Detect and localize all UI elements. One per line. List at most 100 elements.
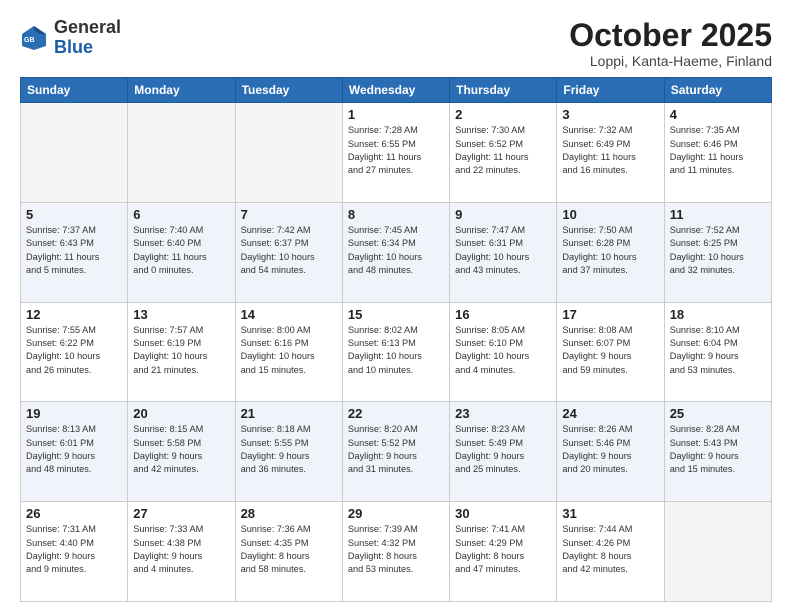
day-number: 20	[133, 406, 229, 421]
day-info: Sunrise: 7:44 AM Sunset: 4:26 PM Dayligh…	[562, 523, 658, 576]
weekday-header-row: Sunday Monday Tuesday Wednesday Thursday…	[21, 78, 772, 103]
day-cell-3-0: 19 Sunrise: 8:13 AM Sunset: 6:01 PM Dayli…	[21, 402, 128, 502]
day-number: 1	[348, 107, 444, 122]
day-cell-3-2: 21 Sunrise: 8:18 AM Sunset: 5:55 PM Dayli…	[235, 402, 342, 502]
day-number: 5	[26, 207, 122, 222]
day-number: 6	[133, 207, 229, 222]
day-number: 13	[133, 307, 229, 322]
day-number: 7	[241, 207, 337, 222]
day-info: Sunrise: 7:33 AM Sunset: 4:38 PM Dayligh…	[133, 523, 229, 576]
week-row-5: 26 Sunrise: 7:31 AM Sunset: 4:40 PM Dayli…	[21, 502, 772, 602]
day-info: Sunrise: 8:08 AM Sunset: 6:07 PM Dayligh…	[562, 324, 658, 377]
day-number: 10	[562, 207, 658, 222]
day-cell-0-0	[21, 103, 128, 203]
day-cell-1-5: 10 Sunrise: 7:50 AM Sunset: 6:28 PM Dayli…	[557, 202, 664, 302]
day-info: Sunrise: 7:32 AM Sunset: 6:49 PM Dayligh…	[562, 124, 658, 177]
day-info: Sunrise: 8:23 AM Sunset: 5:49 PM Dayligh…	[455, 423, 551, 476]
day-info: Sunrise: 7:39 AM Sunset: 4:32 PM Dayligh…	[348, 523, 444, 576]
day-cell-1-0: 5 Sunrise: 7:37 AM Sunset: 6:43 PM Daylig…	[21, 202, 128, 302]
day-number: 2	[455, 107, 551, 122]
day-info: Sunrise: 8:05 AM Sunset: 6:10 PM Dayligh…	[455, 324, 551, 377]
day-info: Sunrise: 7:36 AM Sunset: 4:35 PM Dayligh…	[241, 523, 337, 576]
day-cell-3-1: 20 Sunrise: 8:15 AM Sunset: 5:58 PM Dayli…	[128, 402, 235, 502]
day-cell-2-3: 15Sunrise: 8:02 AM Sunset: 6:13 PM Dayli…	[342, 302, 449, 402]
day-cell-0-5: 3 Sunrise: 7:32 AM Sunset: 6:49 PM Daylig…	[557, 103, 664, 203]
day-number: 29	[348, 506, 444, 521]
day-info: Sunrise: 8:28 AM Sunset: 5:43 PM Dayligh…	[670, 423, 766, 476]
day-number: 19	[26, 406, 122, 421]
logo: GB General Blue	[20, 18, 121, 58]
day-cell-4-3: 29 Sunrise: 7:39 AM Sunset: 4:32 PM Dayli…	[342, 502, 449, 602]
day-number: 26	[26, 506, 122, 521]
location: Loppi, Kanta-Haeme, Finland	[569, 53, 772, 69]
day-info: Sunrise: 8:15 AM Sunset: 5:58 PM Dayligh…	[133, 423, 229, 476]
day-number: 17	[562, 307, 658, 322]
day-info: Sunrise: 7:42 AM Sunset: 6:37 PM Dayligh…	[241, 224, 337, 277]
header: GB General Blue October 2025 Loppi, Kant…	[20, 18, 772, 69]
day-number: 11	[670, 207, 766, 222]
day-info: Sunrise: 7:31 AM Sunset: 4:40 PM Dayligh…	[26, 523, 122, 576]
day-info: Sunrise: 7:30 AM Sunset: 6:52 PM Dayligh…	[455, 124, 551, 177]
day-number: 14	[241, 307, 337, 322]
day-info: Sunrise: 8:10 AM Sunset: 6:04 PM Dayligh…	[670, 324, 766, 377]
header-wednesday: Wednesday	[342, 78, 449, 103]
day-info: Sunrise: 8:18 AM Sunset: 5:55 PM Dayligh…	[241, 423, 337, 476]
day-cell-2-2: 14Sunrise: 8:00 AM Sunset: 6:16 PM Dayli…	[235, 302, 342, 402]
week-row-2: 5 Sunrise: 7:37 AM Sunset: 6:43 PM Daylig…	[21, 202, 772, 302]
day-cell-2-0: 12Sunrise: 7:55 AM Sunset: 6:22 PM Dayli…	[21, 302, 128, 402]
day-cell-3-3: 22Sunrise: 8:20 AM Sunset: 5:52 PM Dayli…	[342, 402, 449, 502]
day-info: Sunrise: 7:28 AM Sunset: 6:55 PM Dayligh…	[348, 124, 444, 177]
day-info: Sunrise: 7:50 AM Sunset: 6:28 PM Dayligh…	[562, 224, 658, 277]
day-cell-4-6	[664, 502, 771, 602]
day-cell-4-5: 31Sunrise: 7:44 AM Sunset: 4:26 PM Dayli…	[557, 502, 664, 602]
day-cell-3-6: 25 Sunrise: 8:28 AM Sunset: 5:43 PM Dayli…	[664, 402, 771, 502]
day-number: 24	[562, 406, 658, 421]
day-cell-2-4: 16 Sunrise: 8:05 AM Sunset: 6:10 PM Dayli…	[450, 302, 557, 402]
day-info: Sunrise: 7:47 AM Sunset: 6:31 PM Dayligh…	[455, 224, 551, 277]
day-cell-0-1	[128, 103, 235, 203]
month-title: October 2025	[569, 18, 772, 53]
day-cell-4-2: 28Sunrise: 7:36 AM Sunset: 4:35 PM Dayli…	[235, 502, 342, 602]
day-number: 12	[26, 307, 122, 322]
svg-text:GB: GB	[24, 37, 35, 44]
day-cell-1-4: 9Sunrise: 7:47 AM Sunset: 6:31 PM Daylig…	[450, 202, 557, 302]
page: GB General Blue October 2025 Loppi, Kant…	[0, 0, 792, 612]
day-cell-1-6: 11 Sunrise: 7:52 AM Sunset: 6:25 PM Dayli…	[664, 202, 771, 302]
day-cell-4-1: 27 Sunrise: 7:33 AM Sunset: 4:38 PM Dayli…	[128, 502, 235, 602]
day-cell-0-4: 2 Sunrise: 7:30 AM Sunset: 6:52 PM Daylig…	[450, 103, 557, 203]
day-cell-1-1: 6Sunrise: 7:40 AM Sunset: 6:40 PM Daylig…	[128, 202, 235, 302]
day-cell-3-4: 23 Sunrise: 8:23 AM Sunset: 5:49 PM Dayli…	[450, 402, 557, 502]
day-number: 16	[455, 307, 551, 322]
header-friday: Friday	[557, 78, 664, 103]
day-number: 21	[241, 406, 337, 421]
day-info: Sunrise: 7:45 AM Sunset: 6:34 PM Dayligh…	[348, 224, 444, 277]
day-number: 27	[133, 506, 229, 521]
day-number: 30	[455, 506, 551, 521]
logo-icon: GB	[20, 24, 48, 52]
day-number: 25	[670, 406, 766, 421]
week-row-4: 19 Sunrise: 8:13 AM Sunset: 6:01 PM Dayli…	[21, 402, 772, 502]
logo-blue-text: Blue	[54, 37, 93, 57]
day-number: 23	[455, 406, 551, 421]
day-info: Sunrise: 7:52 AM Sunset: 6:25 PM Dayligh…	[670, 224, 766, 277]
header-tuesday: Tuesday	[235, 78, 342, 103]
day-cell-0-2	[235, 103, 342, 203]
header-monday: Monday	[128, 78, 235, 103]
day-cell-2-6: 18 Sunrise: 8:10 AM Sunset: 6:04 PM Dayli…	[664, 302, 771, 402]
day-info: Sunrise: 8:02 AM Sunset: 6:13 PM Dayligh…	[348, 324, 444, 377]
day-number: 3	[562, 107, 658, 122]
week-row-1: 1 Sunrise: 7:28 AM Sunset: 6:55 PM Daylig…	[21, 103, 772, 203]
day-cell-4-0: 26 Sunrise: 7:31 AM Sunset: 4:40 PM Dayli…	[21, 502, 128, 602]
day-info: Sunrise: 8:20 AM Sunset: 5:52 PM Dayligh…	[348, 423, 444, 476]
day-number: 8	[348, 207, 444, 222]
header-saturday: Saturday	[664, 78, 771, 103]
day-info: Sunrise: 7:35 AM Sunset: 6:46 PM Dayligh…	[670, 124, 766, 177]
day-info: Sunrise: 7:57 AM Sunset: 6:19 PM Dayligh…	[133, 324, 229, 377]
day-info: Sunrise: 7:37 AM Sunset: 6:43 PM Dayligh…	[26, 224, 122, 277]
day-cell-3-5: 24Sunrise: 8:26 AM Sunset: 5:46 PM Dayli…	[557, 402, 664, 502]
day-cell-0-3: 1 Sunrise: 7:28 AM Sunset: 6:55 PM Daylig…	[342, 103, 449, 203]
logo-general: General	[54, 17, 121, 37]
day-number: 18	[670, 307, 766, 322]
day-cell-2-1: 13 Sunrise: 7:57 AM Sunset: 6:19 PM Dayli…	[128, 302, 235, 402]
day-info: Sunrise: 8:13 AM Sunset: 6:01 PM Dayligh…	[26, 423, 122, 476]
